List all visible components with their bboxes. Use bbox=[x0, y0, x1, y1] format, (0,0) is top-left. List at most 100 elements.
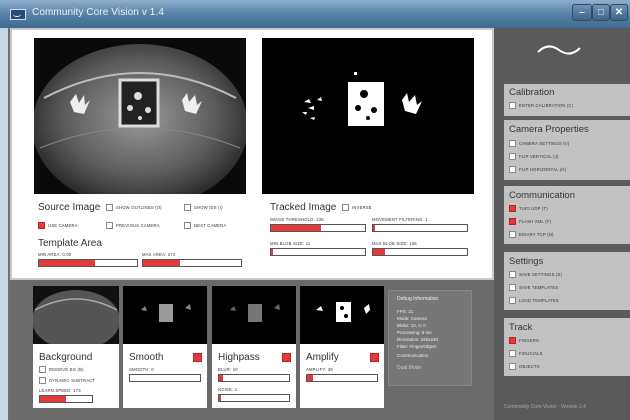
save-templates-button[interactable] bbox=[509, 284, 516, 291]
objects-label: OBJECTS bbox=[519, 364, 540, 369]
highpass-filter: Highpass BLUR: 10 NOISE: 1 bbox=[212, 344, 296, 408]
previous-camera-button[interactable] bbox=[106, 222, 113, 229]
amplify-slider[interactable] bbox=[306, 374, 378, 382]
flip-vertical-checkbox[interactable] bbox=[509, 153, 516, 160]
tracked-video bbox=[262, 38, 474, 194]
flash-xml-checkbox[interactable] bbox=[509, 218, 516, 225]
blur-slider[interactable] bbox=[218, 374, 290, 382]
learn-speed-label: LEARN SPEED: 173 bbox=[39, 388, 81, 393]
min-area-slider[interactable] bbox=[38, 259, 138, 267]
amplify-filter: Amplify AMPLIFY: 36 bbox=[300, 344, 384, 408]
learn-speed-slider[interactable] bbox=[39, 395, 93, 403]
movement-filtering-slider[interactable] bbox=[372, 224, 468, 232]
objects-checkbox[interactable] bbox=[509, 363, 516, 370]
debug-title: Debug Information bbox=[397, 296, 439, 302]
template-area-title: Template Area bbox=[38, 238, 102, 249]
flip-horizontal-checkbox[interactable] bbox=[509, 166, 516, 173]
tuio-udp-label: TUIO UDP (T) bbox=[519, 206, 548, 211]
remove-bg-label: REMOVE BG (B) bbox=[49, 367, 84, 372]
max-area-label: MAX AREA: 374 bbox=[142, 252, 176, 257]
debug-line: Processing: 6 ms bbox=[397, 330, 432, 335]
window-title: Community Core Vision v 1.4 bbox=[32, 7, 165, 18]
fiducials-checkbox[interactable] bbox=[509, 350, 516, 357]
settings-title: Settings bbox=[509, 256, 544, 267]
binary-tcp-checkbox[interactable] bbox=[509, 231, 516, 238]
settings-panel: Settings SAVE SETTINGS (S) SAVE TEMPLATE… bbox=[504, 252, 630, 310]
smooth-title: Smooth bbox=[129, 352, 164, 363]
save-settings-label: SAVE SETTINGS (S) bbox=[519, 272, 563, 277]
flip-horizontal-label: FLIP HORIZONTAL (H) bbox=[519, 167, 567, 172]
source-image-title: Source Image bbox=[38, 202, 101, 213]
tracked-video-frame bbox=[262, 38, 474, 194]
fiducials-label: FIDUCIALS bbox=[519, 351, 543, 356]
debug-line: Blobs: 10, 0, 0 bbox=[397, 323, 426, 328]
smooth-slider[interactable] bbox=[129, 374, 201, 382]
show-outlines-checkbox[interactable] bbox=[106, 204, 113, 211]
close-button[interactable]: ✕ bbox=[610, 4, 628, 21]
image-threshold-label: IMAGE THRESHOLD: 136 bbox=[270, 217, 324, 222]
movement-filtering-label: MOVEMENT FILTERING: 1 bbox=[372, 217, 428, 222]
use-camera-label: USE CAMERA bbox=[48, 223, 78, 228]
debug-line: Filter: Finger/Object bbox=[397, 344, 437, 349]
source-controls: Source Image SHOW OUTLINES (O) SHOW IDS … bbox=[34, 194, 246, 278]
source-video-frame bbox=[34, 38, 246, 194]
previous-camera-label: PREVIOUS CAMERA bbox=[116, 223, 160, 228]
amplify-enable-toggle[interactable] bbox=[370, 353, 379, 362]
load-templates-label: LOAD TEMPLATES bbox=[519, 298, 559, 303]
max-blob-slider[interactable] bbox=[372, 248, 468, 256]
track-panel: Track FINGERS FIDUCIALS OBJECTS bbox=[504, 318, 630, 376]
camera-properties-panel: Camera Properties CAMERA SETTINGS (V) FL… bbox=[504, 120, 630, 180]
app-icon bbox=[10, 9, 26, 20]
debug-line: Mode: Camera bbox=[397, 316, 427, 321]
smooth-enable-toggle[interactable] bbox=[193, 353, 202, 362]
flash-xml-label: FLASH XML (F) bbox=[519, 219, 552, 224]
smooth-value-label: SMOOTH: 0 bbox=[129, 367, 154, 372]
dynamic-subtract-label: DYNAMIC SUBTRACT bbox=[49, 378, 96, 383]
title-bar: Community Core Vision v 1.4 – □ ✕ bbox=[0, 0, 630, 28]
fingers-checkbox[interactable] bbox=[509, 337, 516, 344]
minimize-button[interactable]: – bbox=[572, 4, 592, 21]
track-title: Track bbox=[509, 322, 533, 333]
next-camera-button[interactable] bbox=[184, 222, 191, 229]
highpass-preview-image bbox=[212, 286, 296, 344]
binary-tcp-label: BINARY TCP (N) bbox=[519, 232, 554, 237]
ccv-logo-icon bbox=[537, 45, 581, 55]
camera-properties-title: Camera Properties bbox=[509, 124, 589, 135]
background-filter: Background REMOVE BG (B) DYNAMIC SUBTRAC… bbox=[33, 344, 119, 408]
noise-label: NOISE: 1 bbox=[218, 387, 238, 392]
highpass-preview bbox=[212, 286, 296, 344]
camera-settings-label: CAMERA SETTINGS (V) bbox=[519, 141, 570, 146]
calibration-panel: Calibration ENTER CALIBRATION (C) bbox=[504, 84, 630, 116]
camera-settings-button[interactable] bbox=[509, 140, 516, 147]
use-camera-checkbox[interactable] bbox=[38, 222, 45, 229]
show-ids-checkbox[interactable] bbox=[184, 204, 191, 211]
show-outlines-label: SHOW OUTLINES (O) bbox=[116, 205, 162, 210]
inverse-label: INVERSE bbox=[352, 205, 372, 210]
debug-line: FPS: 21 bbox=[397, 309, 414, 314]
min-blob-label: MIN BLOB SIZE: 11 bbox=[270, 241, 311, 246]
communication-title: Communication bbox=[509, 190, 575, 201]
save-settings-button[interactable] bbox=[509, 271, 516, 278]
highpass-enable-toggle[interactable] bbox=[282, 353, 291, 362]
min-area-label: MIN AREA: 0.00 bbox=[38, 252, 72, 257]
enter-calibration-button[interactable] bbox=[509, 102, 516, 109]
amplify-preview-image bbox=[300, 286, 384, 344]
noise-slider[interactable] bbox=[218, 394, 290, 402]
smooth-filter: Smooth SMOOTH: 0 bbox=[123, 344, 207, 408]
min-blob-slider[interactable] bbox=[270, 248, 366, 256]
debug-communication: Communication bbox=[397, 353, 429, 358]
background-title: Background bbox=[39, 352, 93, 363]
amplify-title: Amplify bbox=[306, 352, 339, 363]
load-templates-button[interactable] bbox=[509, 297, 516, 304]
image-threshold-slider[interactable] bbox=[270, 224, 366, 232]
inverse-checkbox[interactable] bbox=[342, 204, 349, 211]
remove-bg-checkbox[interactable] bbox=[39, 366, 46, 373]
max-area-slider[interactable] bbox=[142, 259, 242, 267]
tracked-image-title: Tracked Image bbox=[270, 202, 337, 213]
highpass-title: Highpass bbox=[218, 352, 260, 363]
debug-dual-mode: Dual Mode bbox=[397, 365, 422, 371]
dynamic-subtract-checkbox[interactable] bbox=[39, 377, 46, 384]
debug-info-panel: Debug Information FPS: 21 Mode: Camera B… bbox=[388, 290, 472, 386]
tuio-udp-checkbox[interactable] bbox=[509, 205, 516, 212]
maximize-button[interactable]: □ bbox=[592, 4, 610, 21]
